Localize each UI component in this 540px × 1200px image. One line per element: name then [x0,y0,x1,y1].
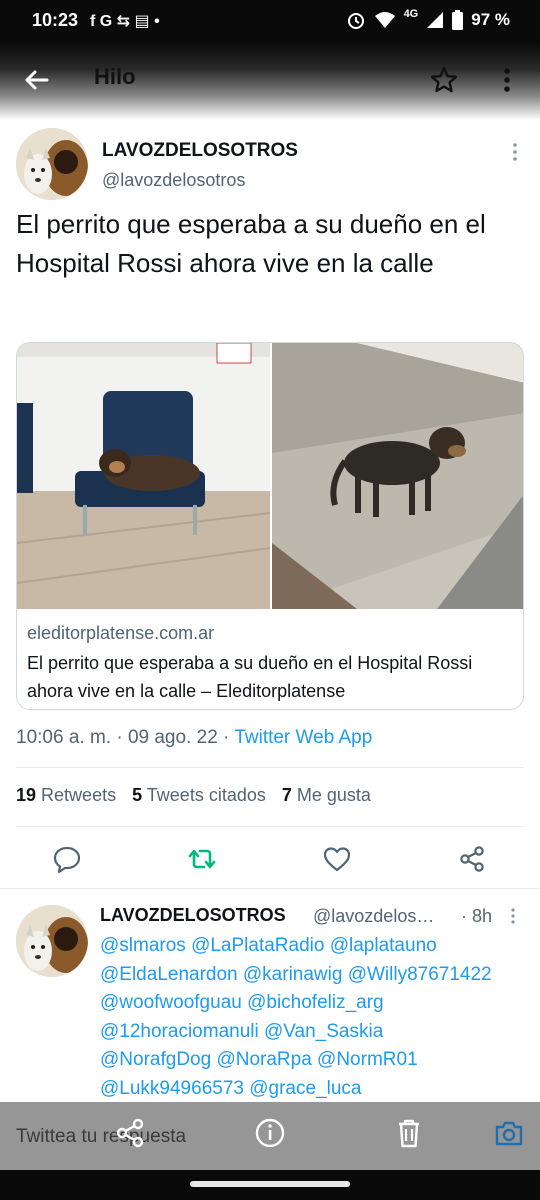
system-nav-bar [0,1170,540,1200]
camera-icon[interactable] [493,1116,525,1150]
card-title: El perrito que esperaba a su dueño en el… [27,653,473,701]
dogs-avatar-image [16,128,88,200]
tweet-meta: 10:06 a. m. · 09 ago. 22 · Twitter Web A… [16,727,372,749]
reply-options-icon[interactable] [508,907,518,925]
avatar[interactable] [16,905,88,977]
like-heart-icon[interactable] [322,844,352,874]
user-handle[interactable]: @lavozdelosotros [102,170,245,191]
card-domain: eleditorplatense.com.ar [27,623,215,643]
avatar[interactable] [16,128,88,200]
tweet-options-icon[interactable] [510,142,520,162]
status-bar: 10:23 f G ⇆ ▤ • 4G 97 % [0,0,540,42]
alarm-icon [347,13,364,29]
source-app-link[interactable]: Twitter Web App [234,727,372,748]
reply-mentions: @slmaros @LaPlataRadio @laplatauno @Elda… [100,932,530,1103]
battery-icon [452,10,464,30]
tweet-date: 09 ago. 22 [127,727,218,748]
network-type: 4G [403,8,419,20]
tweet-stats: 19 Retweets 5 Tweets citados 7 Me gusta [16,785,371,806]
reply-tweet[interactable]: LAVOZDELOSOTROS @lavozdelos… · 8h @slmar… [0,895,540,1105]
status-right: 4G 97 % [346,8,510,30]
display-name[interactable]: LAVOZDELOSOTROS [102,140,298,162]
battery-level: 97 % [471,10,510,29]
mention-line[interactable]: @NorafgDog @NoraRpa @NormR01 [100,1046,530,1075]
share-icon[interactable] [114,1116,146,1150]
dogs-avatar-image [16,905,88,977]
divider [0,888,540,889]
bookmark-star-icon[interactable] [428,64,460,96]
tweet-author: LAVOZDELOSOTROS @lavozdelosotros [16,128,524,200]
more-options-icon[interactable] [494,64,520,96]
reply-handle[interactable]: @lavozdelos… [313,906,434,927]
reply-time: · 8h [461,906,493,926]
signal-icon [427,12,444,28]
back-arrow-icon[interactable] [20,64,52,96]
page-title: Hilo [94,64,136,89]
mention-line[interactable]: @EldaLenardon @karinawig @Willy87671422 [100,961,530,990]
quote-tweets-stat[interactable]: 5 Tweets citados [132,785,266,806]
reply-input-placeholder[interactable]: Twittea tu respuesta [16,1126,186,1148]
mention-line[interactable]: @12horaciomanuli @Van_Saskia [100,1018,530,1047]
reply-icon[interactable] [52,844,82,874]
tweet-time: 10:06 a. m. [16,727,112,748]
notification-icons: f G ⇆ ▤ • [90,13,160,30]
link-preview-card[interactable]: eleditorplatense.com.ar El perrito que e… [16,342,524,710]
divider [16,767,524,768]
tweet-actions [0,838,540,880]
delete-trash-icon[interactable] [393,1116,425,1150]
mention-line[interactable]: @Lukk94966573 @grace_luca [100,1075,530,1104]
divider [16,826,524,827]
meta-separator: · [217,727,235,748]
thread-header: Hilo [0,42,540,120]
share-icon[interactable] [457,844,487,874]
reply-composer[interactable]: Twittea tu respuesta [0,1102,540,1170]
likes-stat[interactable]: 7 Me gusta [282,785,371,806]
info-icon[interactable] [254,1116,286,1150]
home-gesture-pill[interactable] [190,1181,350,1187]
mention-line[interactable]: @woofwoofguau @bichofeliz_arg [100,989,530,1018]
status-time: 10:23 [32,10,79,30]
mention-line[interactable]: @slmaros @LaPlataRadio @laplatauno [100,932,530,961]
wifi-icon [374,12,395,28]
retweet-icon[interactable] [187,844,217,874]
retweets-stat[interactable]: 19 Retweets [16,785,116,806]
reply-display-name[interactable]: LAVOZDELOSOTROS [100,905,286,926]
tweet-text: El perrito que esperaba a su dueño en el… [16,209,486,278]
card-image [17,343,523,609]
meta-separator: · [111,727,128,748]
